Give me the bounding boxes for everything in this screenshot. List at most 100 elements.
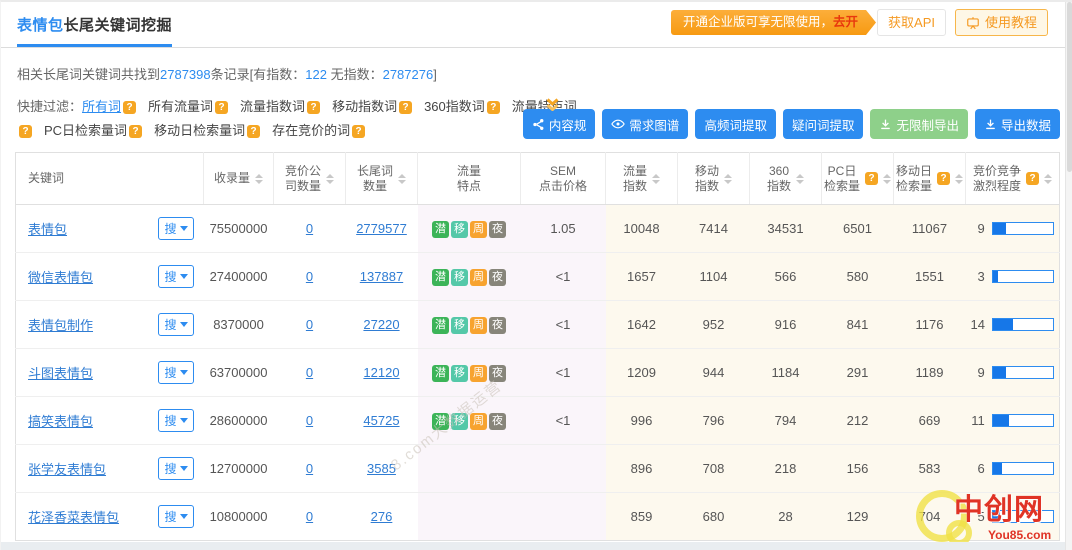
keyword-link[interactable]: 表情包制作: [28, 315, 93, 334]
column-header[interactable]: 竞价竞争激烈程度?: [966, 153, 1060, 205]
column-header[interactable]: PC日检索量?: [822, 153, 894, 205]
share-icon: [532, 118, 545, 131]
search-button[interactable]: 搜: [158, 361, 193, 384]
tutorial-button[interactable]: 使用教程: [955, 9, 1048, 36]
keyword-link[interactable]: 花泽香菜表情包: [28, 507, 119, 526]
traffic-tag-badge: 夜: [489, 221, 506, 238]
action-button[interactable]: 需求图谱: [602, 109, 688, 139]
filter-item-label[interactable]: 360指数词: [424, 99, 485, 114]
keyword-link[interactable]: 搞笑表情包: [28, 411, 93, 430]
help-icon[interactable]: ?: [865, 172, 878, 185]
sort-arrows-icon[interactable]: [255, 174, 263, 184]
bid-companies-link[interactable]: 0: [306, 413, 313, 428]
enterprise-promo-ribbon[interactable]: 开通企业版可享无限使用，去开: [671, 10, 876, 35]
longtail-count-link[interactable]: 45725: [363, 413, 399, 428]
filter-item[interactable]: 所有流量词?: [148, 99, 228, 114]
filter-item-label[interactable]: 所有流量词: [148, 99, 213, 114]
tab-keyword-mining[interactable]: 表情包长尾关键词挖掘: [17, 14, 172, 47]
promo-go-link[interactable]: 去开: [833, 15, 858, 29]
help-icon[interactable]: ?: [19, 125, 32, 138]
search-button[interactable]: 搜: [158, 457, 193, 480]
filter-item[interactable]: 流量指数词?: [240, 99, 320, 114]
sort-arrows-icon[interactable]: [652, 174, 660, 184]
column-header[interactable]: 移动指数: [678, 153, 750, 205]
longtail-count-link[interactable]: 137887: [360, 269, 403, 284]
keyword-link[interactable]: 斗图表情包: [28, 363, 93, 382]
search-button[interactable]: 搜: [158, 265, 193, 288]
column-header[interactable]: 长尾词数量: [346, 153, 418, 205]
help-icon[interactable]: ?: [487, 101, 500, 114]
vertical-scrollbar[interactable]: [1065, 2, 1072, 550]
filter-item-label[interactable]: 所有词: [82, 99, 121, 114]
help-icon[interactable]: ?: [129, 125, 142, 138]
column-header[interactable]: 360指数: [750, 153, 822, 205]
search-button[interactable]: 搜: [158, 409, 193, 432]
sort-arrows-icon[interactable]: [326, 174, 334, 184]
filter-item[interactable]: 移动日检索量词?: [154, 123, 260, 138]
sort-arrows-icon[interactable]: [955, 174, 963, 184]
filter-item-label[interactable]: 移动日检索量词: [154, 123, 245, 138]
column-header[interactable]: 收录量: [204, 153, 274, 205]
bid-companies-link[interactable]: 0: [306, 221, 313, 236]
action-button-label: 无限制导出: [896, 115, 959, 134]
column-header[interactable]: 流量指数: [606, 153, 678, 205]
bid-companies-link[interactable]: 0: [306, 365, 313, 380]
help-icon[interactable]: ?: [247, 125, 260, 138]
column-header-label: PC日检索量: [824, 164, 860, 194]
competition-bar: [992, 414, 1054, 427]
index-360: 794: [750, 397, 822, 445]
filter-item[interactable]: PC日检索量词?: [44, 123, 142, 138]
filter-item[interactable]: 所有词?: [82, 99, 136, 114]
help-icon[interactable]: ?: [123, 101, 136, 114]
help-icon[interactable]: ?: [307, 101, 320, 114]
sort-arrows-icon[interactable]: [796, 174, 804, 184]
sem-price: <1: [521, 253, 606, 301]
help-icon[interactable]: ?: [399, 101, 412, 114]
bid-companies-link[interactable]: 0: [306, 317, 313, 332]
longtail-count-link[interactable]: 12120: [363, 365, 399, 380]
scrollbar-thumb[interactable]: [1067, 2, 1072, 172]
longtail-count-link[interactable]: 3585: [367, 461, 396, 476]
keyword-link[interactable]: 张学友表情包: [28, 459, 106, 478]
filter-item-label[interactable]: PC日检索量词: [44, 123, 127, 138]
action-button[interactable]: 导出数据: [975, 109, 1060, 139]
filter-item-label[interactable]: 存在竞价的词: [272, 123, 350, 138]
action-button[interactable]: 疑问词提取: [783, 109, 864, 139]
sort-arrows-icon[interactable]: [883, 174, 891, 184]
search-button[interactable]: 搜: [158, 505, 193, 528]
bid-companies-link[interactable]: 0: [306, 461, 313, 476]
filter-item[interactable]: 存在竞价的词?: [272, 123, 365, 138]
keyword-link[interactable]: 微信表情包: [28, 267, 93, 286]
pc-daily-search: 291: [822, 349, 894, 397]
longtail-count-link[interactable]: 2779577: [356, 221, 407, 236]
search-button[interactable]: 搜: [158, 313, 193, 336]
action-button[interactable]: 无限制导出: [870, 109, 968, 139]
eye-icon: [611, 117, 625, 131]
column-header[interactable]: 移动日检索量?: [894, 153, 966, 205]
filter-item-label[interactable]: 流量指数词: [240, 99, 305, 114]
help-icon[interactable]: ?: [1026, 172, 1039, 185]
traffic-index: 996: [606, 397, 678, 445]
action-button[interactable]: 高频词提取: [695, 109, 776, 139]
sort-arrows-icon[interactable]: [724, 174, 732, 184]
collected-count: 28600000: [204, 397, 274, 445]
sort-arrows-icon[interactable]: [1044, 174, 1052, 184]
longtail-count-link[interactable]: 276: [371, 509, 393, 524]
search-button[interactable]: 搜: [158, 217, 193, 240]
filter-item[interactable]: 360指数词?: [424, 99, 500, 114]
help-icon[interactable]: ?: [352, 125, 365, 138]
bid-companies-link[interactable]: 0: [306, 509, 313, 524]
get-api-button[interactable]: 获取API: [877, 9, 946, 36]
help-icon[interactable]: ?: [215, 101, 228, 114]
column-header-label: 360指数: [767, 164, 791, 194]
keyword-link[interactable]: 表情包: [28, 219, 67, 238]
chevron-down-icon: [180, 370, 188, 375]
bid-companies-link[interactable]: 0: [306, 269, 313, 284]
column-header[interactable]: 竞价公司数量: [274, 153, 346, 205]
sort-arrows-icon[interactable]: [398, 174, 406, 184]
mobile-index: 7414: [678, 205, 750, 253]
filter-item[interactable]: 移动指数词?: [332, 99, 412, 114]
help-icon[interactable]: ?: [937, 172, 950, 185]
filter-item-label[interactable]: 移动指数词: [332, 99, 397, 114]
longtail-count-link[interactable]: 27220: [363, 317, 399, 332]
